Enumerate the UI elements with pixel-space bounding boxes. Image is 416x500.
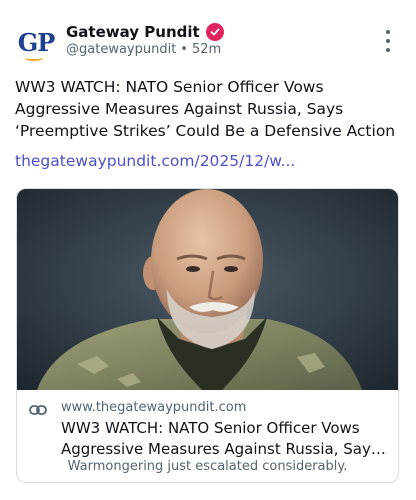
- verified-badge-icon: [205, 23, 224, 41]
- card-title: WW3 WATCH: NATO Senior Officer Vows Aggr…: [61, 418, 391, 460]
- link-icon: [29, 405, 47, 415]
- card-image: [17, 189, 398, 390]
- avatar-swoosh: [25, 55, 43, 61]
- post-text: WW3 WATCH: NATO Senior Officer Vows Aggr…: [15, 78, 396, 140]
- avatar[interactable]: GP: [14, 22, 58, 66]
- more-options-icon[interactable]: [378, 30, 398, 52]
- meta-separator: •: [180, 42, 188, 57]
- more-dot: [386, 39, 390, 43]
- display-name[interactable]: Gateway Pundit: [66, 23, 200, 41]
- post-link[interactable]: thegatewaypundit.com/2025/12/w...: [15, 152, 295, 170]
- card-domain: www.thegatewaypundit.com: [61, 400, 247, 415]
- post: GP Gateway Pundit @gatewaypundit • 52m W…: [0, 0, 416, 500]
- card-title-line-1: WW3 WATCH: NATO Senior Officer Vows: [61, 419, 360, 437]
- handle[interactable]: @gatewaypundit: [66, 42, 176, 57]
- more-dot: [386, 30, 390, 34]
- card-info: www.thegatewaypundit.com WW3 WATCH: NATO…: [17, 390, 398, 482]
- timestamp[interactable]: 52m: [192, 42, 221, 57]
- card-description: Warmongering just escalated considerably…: [67, 459, 348, 474]
- name-row: Gateway Pundit: [66, 22, 224, 42]
- avatar-logo-text: GP: [17, 27, 56, 57]
- meta-row: @gatewaypundit • 52m: [66, 42, 221, 57]
- card-title-line-2: Aggressive Measures Against Russia, Says…: [61, 440, 391, 458]
- more-dot: [386, 48, 390, 52]
- link-preview-card[interactable]: www.thegatewaypundit.com WW3 WATCH: NATO…: [16, 188, 399, 483]
